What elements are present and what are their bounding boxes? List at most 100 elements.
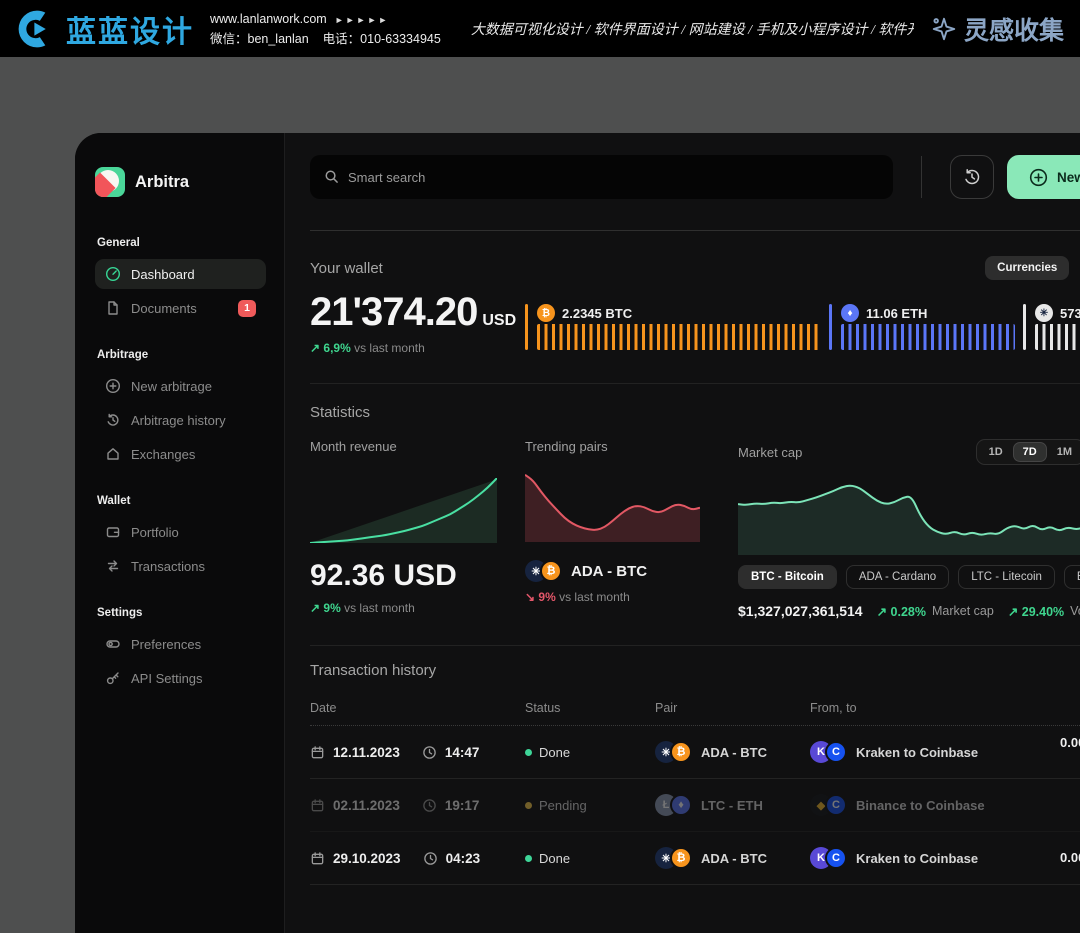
topbar-divider — [921, 156, 922, 198]
change-note: vs last month — [354, 341, 425, 355]
sidebar-item-arbitrage-history[interactable]: Arbitrage history — [95, 405, 266, 435]
header-status: Status — [525, 701, 655, 715]
pair-icons: ✳ ₿ — [655, 847, 692, 869]
pill-eth[interactable]: ETH - Ethereum — [1064, 565, 1080, 589]
sidebar-item-label: Dashboard — [131, 267, 195, 282]
spark-star-icon — [930, 15, 958, 43]
banner-wechat: 微信：ben_lanlan — [210, 32, 309, 46]
wallet-icon — [105, 524, 121, 540]
tx-time: 14:47 — [445, 745, 480, 760]
sidebar-section-settings: Settings — [97, 607, 266, 619]
sidebar-item-transactions[interactable]: Transactions — [95, 551, 266, 581]
plus-circle-icon — [1029, 168, 1048, 187]
change-value: ↗ 6,9% — [310, 341, 351, 355]
new-arbitrage-button[interactable]: New arbitrage — [1007, 155, 1080, 199]
volume-change: ↗ 29.40% — [1008, 604, 1064, 619]
key-icon — [105, 670, 121, 686]
btc-icon: ₿ — [537, 304, 555, 322]
balance-currency: USD — [482, 312, 516, 329]
sidebar-section-general: General — [97, 237, 266, 249]
sidebar-item-dashboard[interactable]: Dashboard — [95, 259, 266, 289]
pill-ltc[interactable]: LTC - Litecoin — [958, 565, 1055, 589]
tx-time: 04:23 — [446, 851, 481, 866]
btc-amount: 2.2345 BTC — [562, 306, 632, 321]
search-input[interactable] — [310, 155, 893, 199]
month-revenue-card: Month revenue 92.36 USD ↗ 9% vs last mon… — [310, 439, 497, 619]
pill-ada[interactable]: ADA - Cardano — [846, 565, 949, 589]
arbitra-app-window: Arbitra General Dashboard Documents 1 Ar… — [75, 133, 1080, 933]
transactions-section: Transaction history Date Status Pair Fro… — [310, 645, 1080, 885]
sidebar-item-label: Preferences — [131, 637, 201, 652]
trending-change: ↘ 9% vs last month — [525, 590, 700, 604]
trending-pair: ✳ ₿ ADA - BTC — [525, 560, 700, 582]
eth-ticks — [841, 324, 1015, 350]
new-arbitrage-label: New arbitrage — [1057, 170, 1080, 185]
banner-phone: 电话：010-63334945 — [323, 32, 441, 46]
sidebar-item-preferences[interactable]: Preferences — [95, 629, 266, 659]
tx-route: Binance to Coinbase — [856, 798, 985, 813]
eth-amount: 11.06 ETH — [866, 306, 927, 321]
banner-collect-link[interactable]: 灵感收集 — [930, 11, 1064, 47]
sidebar-item-label: API Settings — [131, 671, 203, 686]
table-row[interactable]: 02.11.2023 19:17 Pending Ł ♦ — [310, 779, 1080, 832]
sidebar-item-api-settings[interactable]: API Settings — [95, 663, 266, 693]
statistics-section: Statistics Month revenue 92.36 USD ↗ 9% … — [310, 383, 1080, 619]
range-1d[interactable]: 1D — [979, 442, 1013, 462]
holding-eth: ♦ 11.06 ETH — [829, 304, 1015, 355]
pill-btc[interactable]: BTC - Bitcoin — [738, 565, 837, 589]
search-icon — [324, 169, 339, 184]
range-switcher: 1D 7D 1M — [976, 439, 1080, 465]
volume-label: Volume (24h) — [1070, 604, 1080, 618]
tab-currencies[interactable]: Currencies — [985, 256, 1069, 280]
eth-icon: ♦ — [841, 304, 859, 322]
banner-website[interactable]: www.lanlanwork.com — [210, 12, 327, 26]
sidebar-item-label: Transactions — [131, 559, 205, 574]
tx-route: Kraken to Coinbase — [856, 851, 978, 866]
sidebar-item-label: Portfolio — [131, 525, 179, 540]
calendar-icon — [310, 851, 325, 866]
ada-ticks — [1035, 324, 1080, 350]
range-1m[interactable]: 1M — [1047, 442, 1080, 462]
wallet-balance: 21'374.20USD — [310, 290, 525, 335]
statistics-title: Statistics — [310, 404, 1080, 421]
coin-pills: BTC - Bitcoin ADA - Cardano LTC - Liteco… — [738, 565, 1080, 589]
pair-icons: ✳ ₿ — [525, 560, 562, 582]
banner-brand[interactable]: 蓝蓝设计 — [16, 7, 194, 51]
holding-btc: ₿ 2.2345 BTC — [525, 304, 821, 355]
market-cap-stats: $1,327,027,361,514 ↗ 0.28% Market cap ↗ … — [738, 603, 1080, 619]
topbar: New arbitrage — [310, 133, 1080, 199]
tx-pair: LTC - ETH — [701, 798, 763, 813]
wallet-change: ↗ 6,9% vs last month — [310, 341, 525, 355]
sidebar-item-exchanges[interactable]: Exchanges — [95, 439, 266, 469]
btc-ticks — [537, 324, 821, 350]
market-cap-card: Market cap 1D 7D 1M BTC - Bitcoin ADA - … — [738, 439, 1080, 619]
calendar-icon — [310, 745, 325, 760]
tx-date: 02.11.2023 — [333, 798, 400, 813]
month-revenue-change: ↗ 9% vs last month — [310, 601, 497, 615]
ada-amount: 5732.61 ADA — [1060, 306, 1080, 321]
history-button[interactable] — [950, 155, 994, 199]
transactions-table: Date Status Pair From, to 12.11.2023 14:… — [310, 701, 1080, 885]
sidebar-item-portfolio[interactable]: Portfolio — [95, 517, 266, 547]
sidebar-item-label: Exchanges — [131, 447, 195, 462]
trending-pairs-chart — [525, 472, 700, 542]
tx-amounts: 0.0000 — [1060, 848, 1080, 868]
tx-pair: ADA - BTC — [701, 851, 767, 866]
btc-icon: ₿ — [670, 847, 692, 869]
sidebar-item-label: New arbitrage — [131, 379, 212, 394]
documents-badge: 1 — [238, 300, 256, 317]
search-wrap — [310, 155, 893, 199]
table-row[interactable]: 29.10.2023 04:23 Done ✳ ₿ — [310, 832, 1080, 885]
market-cap-label: Market cap — [738, 445, 802, 460]
table-row[interactable]: 12.11.2023 14:47 Done ✳ ₿ — [310, 726, 1080, 779]
sidebar-item-documents[interactable]: Documents 1 — [95, 293, 266, 323]
sidebar-section-arbitrage: Arbitrage — [97, 349, 266, 361]
pair-icons: Ł ♦ — [655, 794, 692, 816]
route-icons: K C — [810, 847, 847, 869]
app-logo-row: Arbitra — [95, 167, 266, 197]
plus-circle-icon — [105, 378, 121, 394]
sidebar-item-new-arbitrage[interactable]: New arbitrage — [95, 371, 266, 401]
status-dot-pending — [525, 802, 532, 809]
coinbase-icon: C — [825, 741, 847, 763]
range-7d[interactable]: 7D — [1013, 442, 1047, 462]
